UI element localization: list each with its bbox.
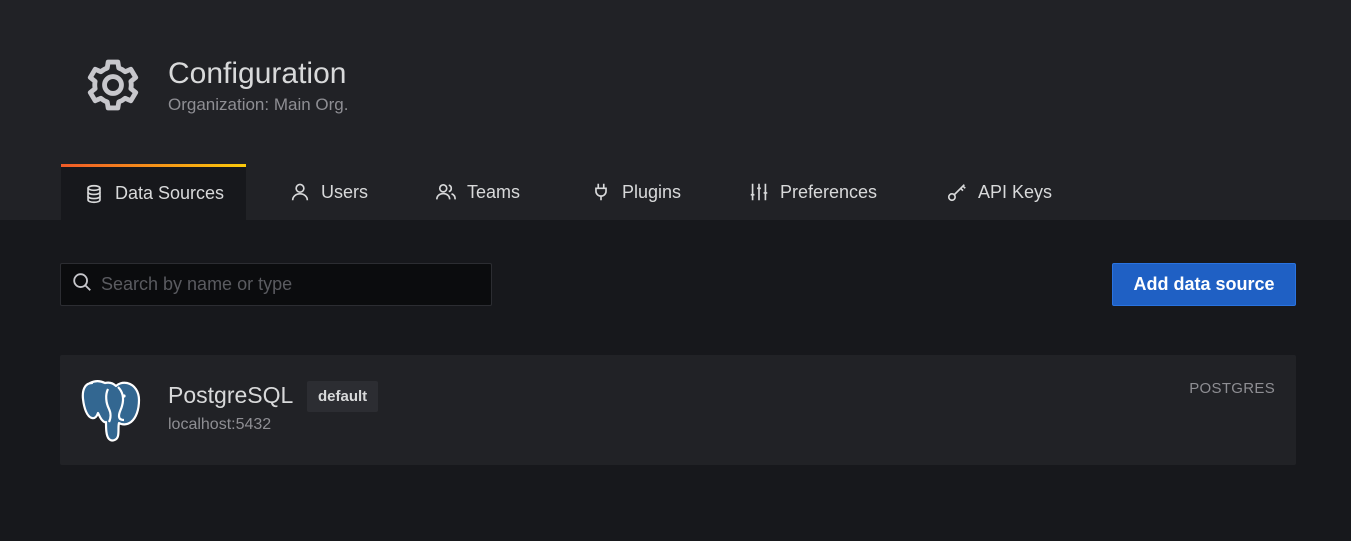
datasource-name: PostgreSQL [168,382,294,408]
search-icon [71,271,93,298]
search-input[interactable] [101,274,481,295]
config-tabs: Data Sources Users Teams Plugins Prefere… [0,164,1351,220]
tab-label: Data Sources [115,183,225,203]
tab-plugins[interactable]: Plugins [590,164,681,220]
page-subtitle: Organization: Main Org. [168,95,349,114]
tab-preferences[interactable]: Preferences [748,164,877,220]
postgresql-logo [80,377,146,443]
tab-label: Preferences [780,181,878,202]
tab-users[interactable]: Users [289,164,368,220]
users-icon [435,181,457,203]
datasource-card[interactable]: PostgreSQL default localhost:5432 POSTGR… [60,355,1296,465]
tab-label: API Keys [978,181,1053,202]
key-icon [946,181,968,203]
default-badge: default [307,381,379,412]
user-icon [289,181,311,203]
tab-label: Users [321,181,369,202]
sliders-icon [748,181,770,203]
datasource-type: POSTGRES [1189,380,1275,397]
search-box [60,263,492,306]
tab-data-sources[interactable]: Data Sources [61,164,246,220]
datasource-url: localhost:5432 [168,416,272,433]
plug-icon [590,181,612,203]
page-title: Configuration [168,57,347,90]
gear-icon [84,56,142,114]
page-header: Configuration Organization: Main Org. Da… [0,0,1351,220]
database-icon [83,183,105,205]
tab-label: Teams [467,181,521,202]
tab-teams[interactable]: Teams [435,164,520,220]
tab-api-keys[interactable]: API Keys [946,164,1052,220]
add-data-source-button[interactable]: Add data source [1112,263,1296,306]
tab-label: Plugins [622,181,682,202]
